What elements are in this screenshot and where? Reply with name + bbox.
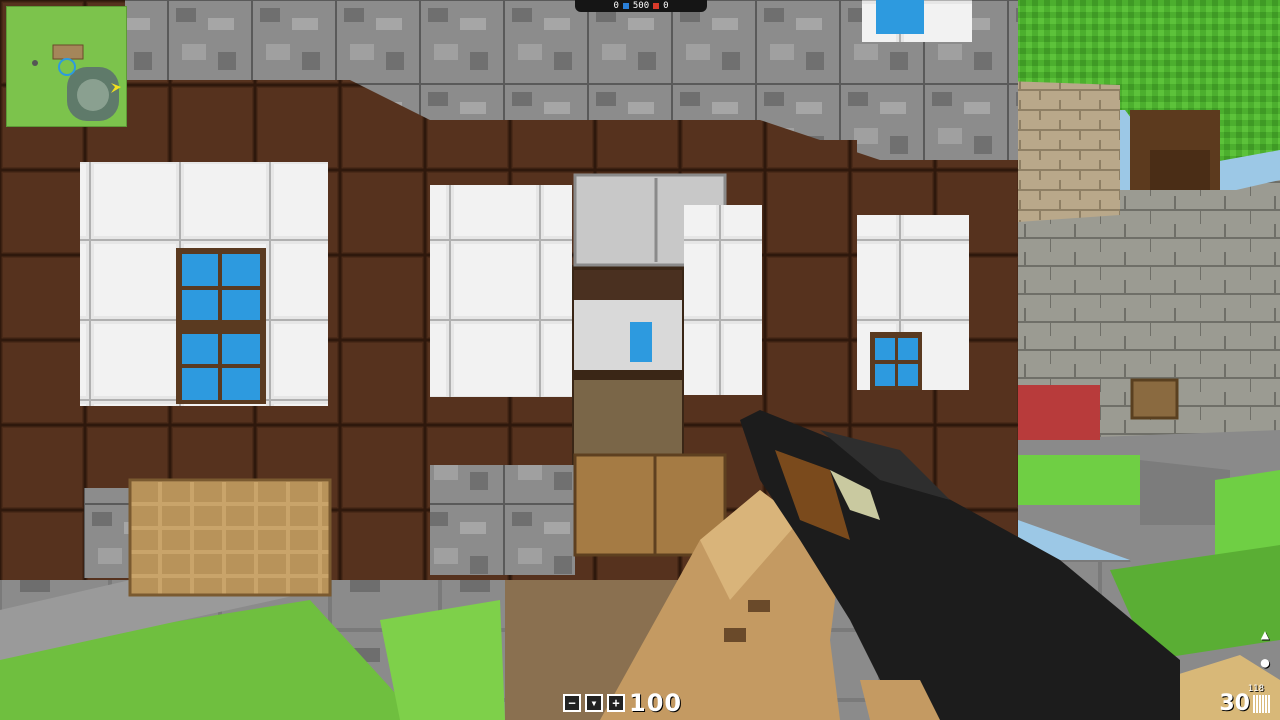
game-scene [0,0,1280,720]
armor-icon: − [563,694,581,712]
ammo-display: 118 30 [1219,684,1270,716]
ammo-bars-icon [1253,695,1270,713]
minimap [6,6,127,127]
equipment-icons: ▲ ● [1258,626,1272,672]
minimap-map [7,7,126,126]
scoreboard: 0 500 0 [575,0,707,12]
team-blue-icon [622,3,629,9]
shield-icon: ▾ [585,694,603,712]
health-display: − ▾ + 100 [563,689,683,717]
team-red-score: 0 [663,1,669,11]
reserve-ammo: 118 [1247,684,1264,694]
clip-ammo: 30 [1219,691,1250,716]
medkit-icon: + [607,694,625,712]
health-value: 100 [629,689,683,717]
team-red-icon [653,3,660,9]
grenade-icon: ● [1260,655,1270,671]
team-blue-score: 0 [613,1,619,11]
target-score: 500 [632,1,650,11]
bullet-icon: ▲ [1260,627,1270,643]
